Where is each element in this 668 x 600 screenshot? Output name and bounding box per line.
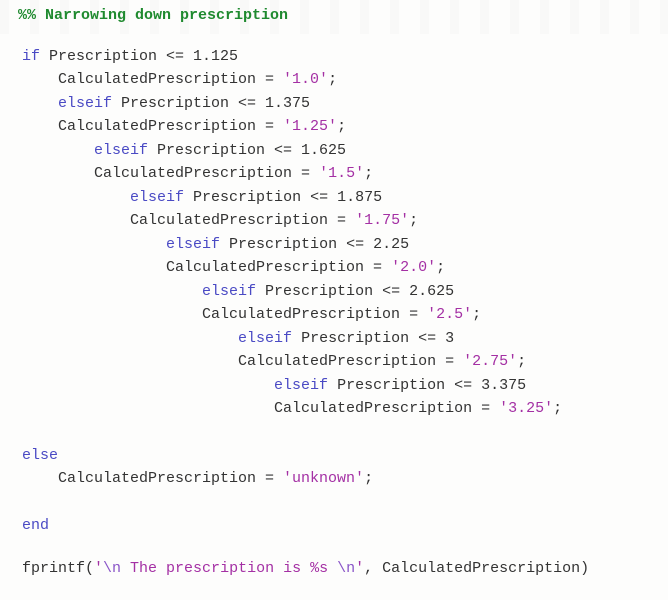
code-line[interactable]: CalculatedPrescription = '1.25'; (22, 115, 346, 138)
code-token-plain: CalculatedPrescription = (22, 71, 284, 88)
code-token-plain: CalculatedPrescription = (22, 470, 284, 487)
code-token-plain: CalculatedPrescription = (22, 306, 428, 323)
code-line[interactable]: %% Narrowing down prescription (18, 4, 288, 27)
code-token-keyword: else (22, 447, 59, 464)
code-token-plain: , CalculatedPrescription) (364, 560, 590, 577)
code-token-plain: Prescription <= 1.375 (112, 95, 311, 112)
code-token-keyword: elseif (94, 142, 149, 159)
code-line[interactable]: CalculatedPrescription = '2.5'; (22, 303, 481, 326)
code-token-keyword: elseif (202, 283, 257, 300)
code-token-punct: ; (436, 259, 446, 276)
code-line[interactable]: fprintf('\n The prescription is %s \n', … (22, 557, 589, 580)
code-line[interactable]: elseif Prescription <= 3 (22, 327, 454, 350)
code-line[interactable]: CalculatedPrescription = 'unknown'; (22, 467, 373, 490)
code-line[interactable]: CalculatedPrescription = '1.75'; (22, 209, 418, 232)
code-token-string: 'unknown' (283, 470, 365, 487)
code-line[interactable]: CalculatedPrescription = '1.0'; (22, 68, 337, 91)
code-token-string: '2.75' (463, 353, 518, 370)
code-editor[interactable]: %% Narrowing down prescription if Prescri… (0, 0, 668, 600)
code-token-punct: ; (517, 353, 527, 370)
code-token-string: '2.0' (391, 259, 437, 276)
code-token-plain: CalculatedPrescription = (22, 259, 392, 276)
code-token-keyword: elseif (238, 330, 293, 347)
code-token-escape: \n (337, 560, 356, 577)
code-token-keyword: elseif (58, 95, 113, 112)
code-token-plain: fprintf( (22, 560, 95, 577)
code-token-string: '1.25' (283, 118, 338, 135)
code-token-plain: Prescription <= 3.375 (328, 377, 527, 394)
code-token-punct: ; (364, 470, 374, 487)
code-token-string: '1.75' (355, 212, 410, 229)
code-line[interactable]: elseif Prescription <= 2.625 (22, 280, 454, 303)
code-token-plain: Prescription <= 1.625 (148, 142, 347, 159)
code-token-punct: ; (328, 71, 338, 88)
code-token-plain: Prescription <= 2.625 (256, 283, 455, 300)
code-token-keyword: elseif (166, 236, 221, 253)
code-token-punct: ; (337, 118, 347, 135)
code-token-punct: ; (364, 165, 374, 182)
code-token-string: '3.25' (499, 400, 554, 417)
code-token-punct: ; (472, 306, 482, 323)
code-line[interactable]: if Prescription <= 1.125 (22, 45, 238, 68)
code-token-plain: CalculatedPrescription = (22, 165, 320, 182)
code-token-comment: %% Narrowing down prescription (18, 7, 289, 24)
code-token-plain: Prescription <= 1.125 (40, 48, 239, 65)
code-token-string: ' (94, 560, 104, 577)
code-token-keyword: end (22, 517, 50, 534)
code-line[interactable]: elseif Prescription <= 1.875 (22, 186, 382, 209)
code-line[interactable]: elseif Prescription <= 1.625 (22, 139, 346, 162)
code-line[interactable]: CalculatedPrescription = '3.25'; (22, 397, 562, 420)
code-token-plain: Prescription <= 2.25 (220, 236, 410, 253)
code-token-keyword: elseif (274, 377, 329, 394)
code-token-keyword: if (22, 48, 41, 65)
code-token-string: '1.0' (283, 71, 329, 88)
code-token-string: '1.5' (319, 165, 365, 182)
code-line[interactable]: elseif Prescription <= 3.375 (22, 374, 526, 397)
code-token-plain: CalculatedPrescription = (22, 212, 356, 229)
code-token-punct: ; (409, 212, 419, 229)
code-token-string: '2.5' (427, 306, 473, 323)
code-token-plain: Prescription <= 1.875 (184, 189, 383, 206)
code-line[interactable]: CalculatedPrescription = '2.0'; (22, 256, 445, 279)
code-token-plain: CalculatedPrescription = (22, 353, 464, 370)
code-line[interactable]: end (22, 514, 49, 537)
code-token-plain: Prescription <= 3 (292, 330, 455, 347)
code-token-punct: ; (553, 400, 563, 417)
code-token-escape: \n (103, 560, 122, 577)
code-line[interactable]: else (22, 444, 58, 467)
code-token-plain: CalculatedPrescription = (22, 118, 284, 135)
code-token-string: ' (355, 560, 365, 577)
code-line[interactable]: elseif Prescription <= 2.25 (22, 233, 409, 256)
code-token-keyword: elseif (130, 189, 185, 206)
code-line[interactable]: CalculatedPrescription = '1.5'; (22, 162, 373, 185)
code-token-string: The prescription is %s (121, 560, 338, 577)
code-line[interactable]: elseif Prescription <= 1.375 (22, 92, 310, 115)
code-token-plain: CalculatedPrescription = (22, 400, 500, 417)
code-line[interactable]: CalculatedPrescription = '2.75'; (22, 350, 526, 373)
